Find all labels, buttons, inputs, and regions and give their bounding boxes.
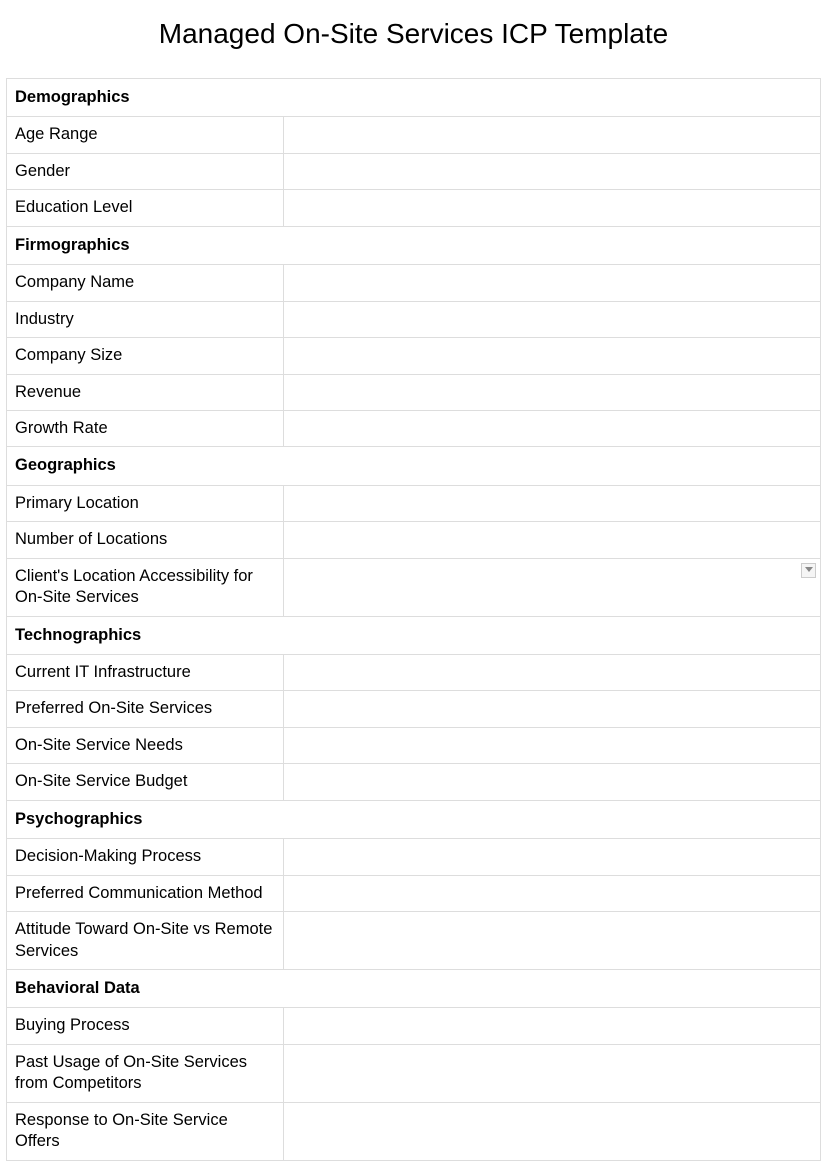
table-row: Primary Location: [7, 485, 821, 521]
icp-table: DemographicsAge RangeGenderEducation Lev…: [6, 78, 821, 1161]
table-row: Decision-Making Process: [7, 839, 821, 875]
table-row: Growth Rate: [7, 410, 821, 446]
section-header: Technographics: [7, 616, 821, 654]
section-header-label: Behavioral Data: [7, 969, 821, 1007]
table-row: On-Site Service Needs: [7, 727, 821, 763]
field-label: Buying Process: [7, 1008, 284, 1044]
table-row: Industry: [7, 301, 821, 337]
field-value[interactable]: [283, 1102, 820, 1160]
table-row: Response to On-Site Service Offers: [7, 1102, 821, 1160]
field-label: Current IT Infrastructure: [7, 655, 284, 691]
field-value[interactable]: [283, 190, 820, 226]
table-row: On-Site Service Budget: [7, 764, 821, 800]
table-row: Past Usage of On-Site Services from Comp…: [7, 1044, 821, 1102]
table-row: Preferred On-Site Services: [7, 691, 821, 727]
field-label: Response to On-Site Service Offers: [7, 1102, 284, 1160]
field-label: Preferred Communication Method: [7, 875, 284, 911]
field-value[interactable]: [283, 117, 820, 153]
field-value[interactable]: [283, 301, 820, 337]
field-value[interactable]: [283, 265, 820, 301]
field-value[interactable]: [283, 1044, 820, 1102]
section-header: Demographics: [7, 79, 821, 117]
field-label: Number of Locations: [7, 522, 284, 558]
field-value[interactable]: [283, 875, 820, 911]
field-value[interactable]: [283, 338, 820, 374]
field-value[interactable]: [283, 727, 820, 763]
section-header: Psychographics: [7, 800, 821, 838]
field-value[interactable]: [283, 153, 820, 189]
section-header-label: Psychographics: [7, 800, 821, 838]
table-row: Revenue: [7, 374, 821, 410]
field-label: Preferred On-Site Services: [7, 691, 284, 727]
section-header-label: Geographics: [7, 447, 821, 485]
field-label: Attitude Toward On-Site vs Remote Servic…: [7, 912, 284, 970]
field-label: Age Range: [7, 117, 284, 153]
section-header: Firmographics: [7, 226, 821, 264]
field-label: Primary Location: [7, 485, 284, 521]
field-value[interactable]: [283, 522, 820, 558]
field-value[interactable]: [283, 558, 820, 616]
field-label: Growth Rate: [7, 410, 284, 446]
field-label: Decision-Making Process: [7, 839, 284, 875]
table-row: Gender: [7, 153, 821, 189]
section-header: Behavioral Data: [7, 969, 821, 1007]
section-header: Geographics: [7, 447, 821, 485]
table-row: Preferred Communication Method: [7, 875, 821, 911]
table-row: Buying Process: [7, 1008, 821, 1044]
field-label: On-Site Service Needs: [7, 727, 284, 763]
field-value[interactable]: [283, 485, 820, 521]
section-header-label: Demographics: [7, 79, 821, 117]
field-label: On-Site Service Budget: [7, 764, 284, 800]
dropdown-icon[interactable]: [801, 563, 816, 578]
table-row: Attitude Toward On-Site vs Remote Servic…: [7, 912, 821, 970]
section-header-label: Firmographics: [7, 226, 821, 264]
field-value[interactable]: [283, 839, 820, 875]
field-label: Past Usage of On-Site Services from Comp…: [7, 1044, 284, 1102]
table-row: Company Size: [7, 338, 821, 374]
table-row: Age Range: [7, 117, 821, 153]
section-header-label: Technographics: [7, 616, 821, 654]
table-row: Company Name: [7, 265, 821, 301]
field-value[interactable]: [283, 374, 820, 410]
table-row: Client's Location Accessibility for On-S…: [7, 558, 821, 616]
field-label: Company Name: [7, 265, 284, 301]
table-row: Education Level: [7, 190, 821, 226]
field-label: Company Size: [7, 338, 284, 374]
field-label: Education Level: [7, 190, 284, 226]
table-row: Current IT Infrastructure: [7, 655, 821, 691]
field-label: Industry: [7, 301, 284, 337]
field-value[interactable]: [283, 691, 820, 727]
field-value[interactable]: [283, 410, 820, 446]
field-value[interactable]: [283, 764, 820, 800]
field-value[interactable]: [283, 912, 820, 970]
page-title: Managed On-Site Services ICP Template: [0, 18, 827, 50]
field-value[interactable]: [283, 655, 820, 691]
field-label: Client's Location Accessibility for On-S…: [7, 558, 284, 616]
field-value[interactable]: [283, 1008, 820, 1044]
field-label: Gender: [7, 153, 284, 189]
table-row: Number of Locations: [7, 522, 821, 558]
field-label: Revenue: [7, 374, 284, 410]
